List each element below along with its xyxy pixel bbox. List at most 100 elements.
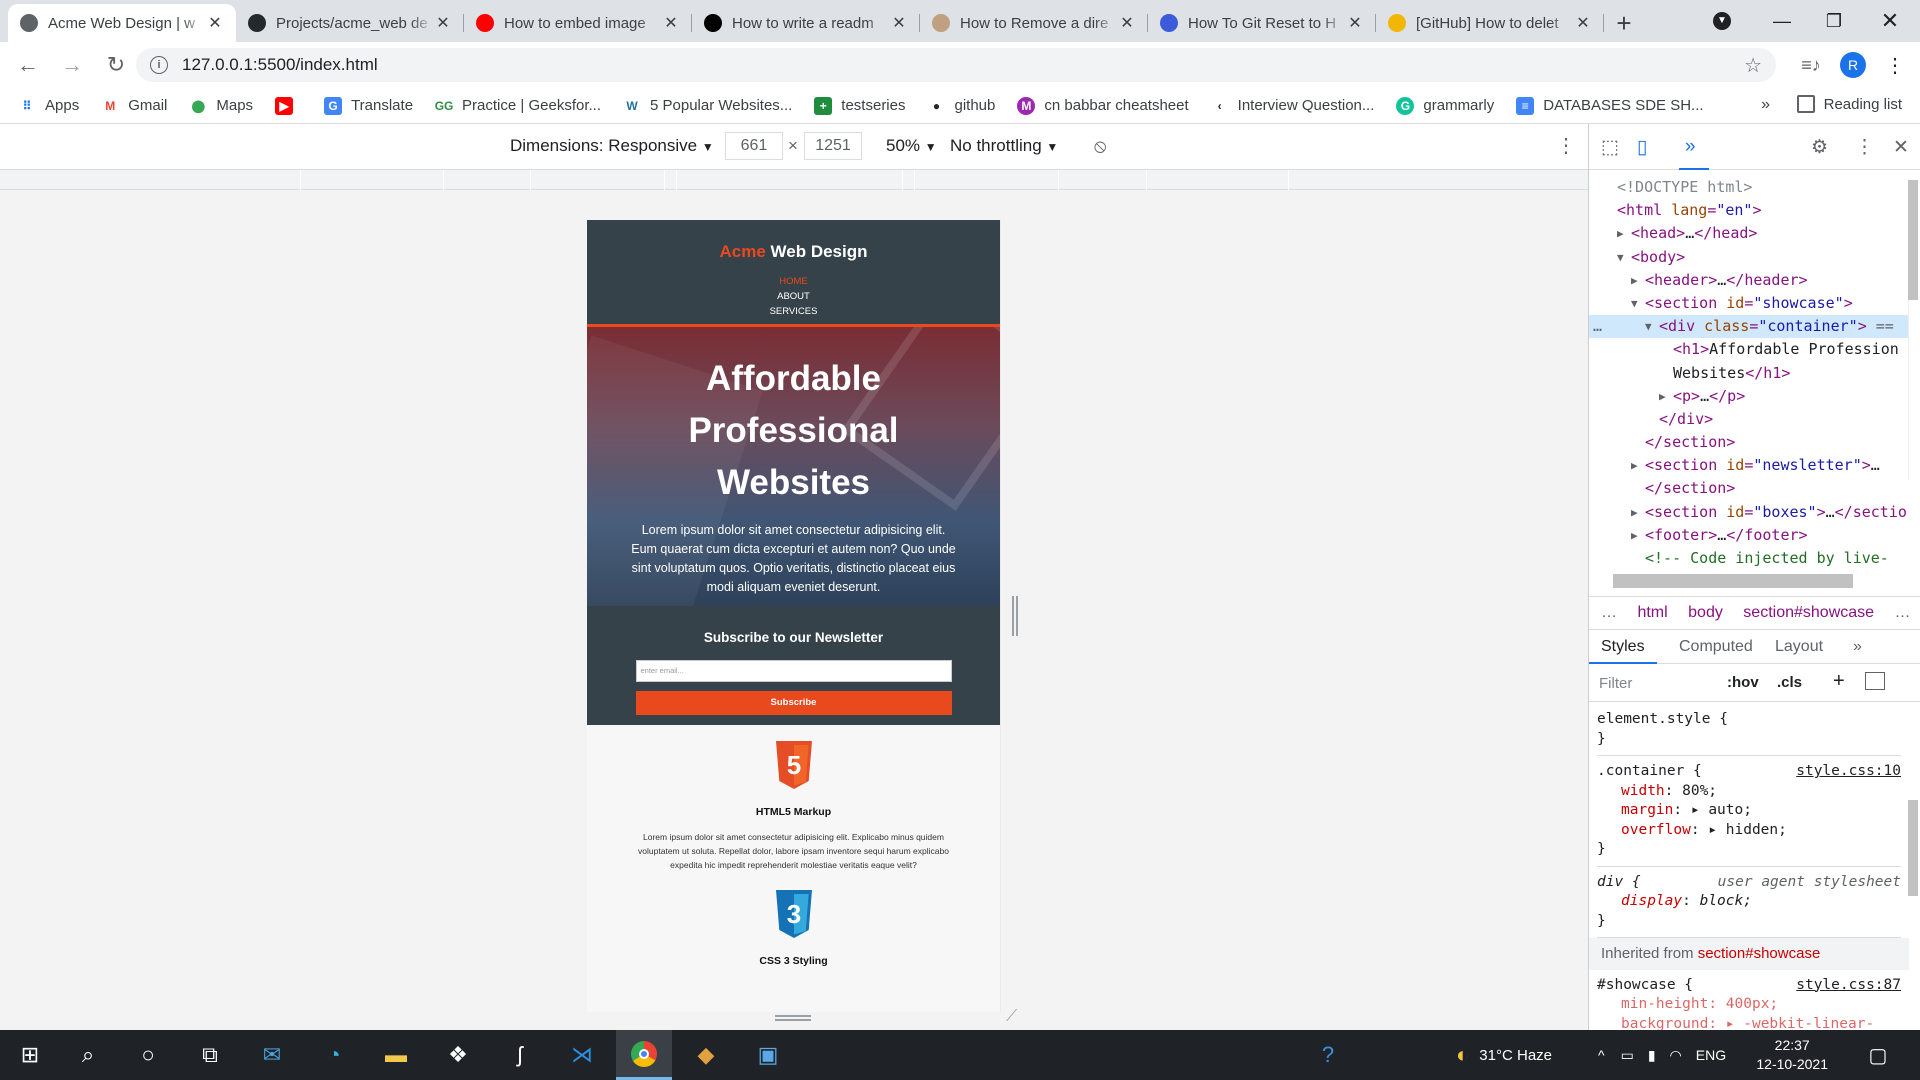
clock[interactable]: 22:37 12-10-2021 bbox=[1756, 1036, 1828, 1074]
dom-node[interactable]: ▶ <p>…</p> bbox=[1589, 385, 1909, 408]
help-icon[interactable]: ? bbox=[1300, 1030, 1356, 1080]
file-explorer-icon[interactable]: ▬ bbox=[368, 1030, 424, 1080]
sublime-icon[interactable]: ʃ bbox=[492, 1030, 548, 1080]
notifications-icon[interactable]: ▢ bbox=[1850, 1030, 1906, 1080]
bookmark-item[interactable]: Ggrammarly bbox=[1396, 96, 1494, 115]
back-button[interactable]: ← bbox=[10, 47, 46, 83]
dom-node[interactable]: ▶ <section id="newsletter">… bbox=[1589, 454, 1909, 477]
breadcrumb-ellipsis[interactable]: … bbox=[1601, 604, 1617, 621]
chrome-icon[interactable] bbox=[616, 1030, 672, 1080]
bookmark-item[interactable]: G Translate bbox=[324, 96, 413, 115]
language-indicator[interactable]: ENG bbox=[1696, 1047, 1726, 1063]
site-info-icon[interactable]: i bbox=[150, 56, 168, 74]
battery-icon[interactable]: ▮ bbox=[1648, 1047, 1656, 1064]
new-tab-button[interactable]: + bbox=[1604, 4, 1644, 42]
forward-button[interactable]: → bbox=[54, 47, 90, 83]
hov-toggle[interactable]: :hov bbox=[1727, 674, 1759, 691]
css-declaration[interactable]: margin: ▸ auto; bbox=[1597, 801, 1901, 821]
bookmark-item[interactable]: W 5 Popular Websites... bbox=[623, 97, 792, 115]
vscode-icon[interactable]: ⋊ bbox=[554, 1030, 610, 1080]
dom-node[interactable]: </section> bbox=[1589, 477, 1909, 500]
dom-node[interactable]: </div> bbox=[1589, 408, 1909, 431]
close-tab-icon[interactable]: ✕ bbox=[890, 13, 908, 33]
dom-node[interactable]: ▼ <section id="showcase"> bbox=[1589, 292, 1909, 315]
address-bar[interactable]: i 127.0.0.1:5500/index.html ☆ bbox=[136, 48, 1776, 82]
windows-start-icon[interactable]: ⊞ bbox=[2, 1030, 58, 1080]
dropbox-icon[interactable]: ❖ bbox=[430, 1030, 486, 1080]
dom-node[interactable]: Websites</h1> bbox=[1589, 362, 1909, 385]
css-declaration[interactable]: overflow: ▸ hidden; bbox=[1597, 821, 1901, 841]
nav-link-home[interactable]: HOME bbox=[587, 274, 1000, 289]
breadcrumb-more[interactable]: … bbox=[1895, 604, 1911, 621]
dom-scrollbar-thumb[interactable] bbox=[1908, 180, 1918, 300]
collapsed-triangle-icon[interactable]: ▶ bbox=[1659, 385, 1666, 408]
dom-horizontal-scrollbar[interactable] bbox=[1613, 574, 1853, 588]
dom-node[interactable]: <h1>Affordable Profession bbox=[1589, 338, 1909, 361]
close-tab-icon[interactable]: ✕ bbox=[1346, 13, 1364, 33]
dom-node[interactable]: ▼ <body> bbox=[1589, 246, 1909, 269]
bookmark-item[interactable]: ▶ bbox=[275, 96, 302, 115]
dom-node-selected[interactable]: … ▼ <div class="container"> == bbox=[1589, 315, 1909, 339]
css-declaration[interactable]: min-height: 400px; bbox=[1597, 995, 1901, 1015]
browser-tab[interactable]: How to embed image ✕ bbox=[464, 4, 692, 42]
collapsed-triangle-icon[interactable]: ▶ bbox=[1631, 524, 1638, 547]
close-tab-icon[interactable]: ✕ bbox=[1118, 13, 1136, 33]
collapsed-triangle-icon[interactable]: ▶ bbox=[1631, 501, 1638, 524]
browser-tab[interactable]: Acme Web Design | w ✕ bbox=[8, 4, 236, 42]
browser-tab[interactable]: How to write a readm ✕ bbox=[692, 4, 920, 42]
cortana-icon[interactable]: ○ bbox=[120, 1030, 176, 1080]
edge-icon[interactable]: ◔ bbox=[306, 1030, 362, 1080]
device-icon[interactable]: ▭ bbox=[1621, 1047, 1634, 1064]
collapsed-triangle-icon[interactable]: ▶ bbox=[1631, 269, 1638, 292]
weather-widget[interactable]: ◐ 31°C Haze bbox=[1456, 1030, 1552, 1080]
more-panels-icon[interactable]: » bbox=[1685, 136, 1696, 158]
viewport-height-resize-handle[interactable] bbox=[775, 1015, 811, 1021]
browser-tab[interactable]: Projects/acme_web de ✕ bbox=[236, 4, 464, 42]
tab-computed[interactable]: Computed bbox=[1679, 638, 1753, 656]
device-width-input[interactable]: 661 bbox=[725, 132, 783, 160]
dom-node[interactable]: <!-- Code injected by live- bbox=[1589, 547, 1909, 570]
browser-tab[interactable]: How To Git Reset to H ✕ bbox=[1148, 4, 1376, 42]
styles-filter-input[interactable]: Filter bbox=[1599, 675, 1632, 692]
devtools-menu-icon[interactable]: ⋮ bbox=[1855, 136, 1874, 159]
dom-node[interactable]: <!DOCTYPE html> bbox=[1589, 176, 1909, 199]
close-tab-icon[interactable]: ✕ bbox=[206, 13, 224, 33]
chevron-up-icon[interactable]: ^ bbox=[1598, 1047, 1605, 1063]
bookmark-item[interactable]: M Gmail bbox=[101, 97, 167, 115]
styles-scrollbar-thumb[interactable] bbox=[1908, 800, 1918, 896]
close-tab-icon[interactable]: ✕ bbox=[434, 13, 452, 33]
dom-node[interactable]: </section> bbox=[1589, 431, 1909, 454]
inherited-from-link[interactable]: section#showcase bbox=[1698, 945, 1821, 962]
breadcrumb-item[interactable]: section#showcase bbox=[1743, 604, 1874, 621]
breadcrumb-item[interactable]: body bbox=[1688, 604, 1723, 621]
nav-link-about[interactable]: ABOUT bbox=[587, 289, 1000, 304]
dimensions-dropdown[interactable]: Dimensions: Responsive ▼ bbox=[510, 136, 714, 156]
browser-tab[interactable]: [GitHub] How to delet ✕ bbox=[1376, 4, 1604, 42]
nav-link-services[interactable]: SERVICES bbox=[587, 304, 1000, 319]
bookmark-item[interactable]: Mcn babbar cheatsheet bbox=[1017, 96, 1189, 115]
reload-button[interactable]: ↻ bbox=[98, 47, 134, 83]
css-selector[interactable]: element.style { bbox=[1597, 710, 1901, 730]
subscribe-button[interactable]: Subscribe bbox=[635, 691, 952, 715]
bookmark-item[interactable]: ⠿ Apps bbox=[18, 97, 80, 115]
browser-tab[interactable]: How to Remove a dire ✕ bbox=[920, 4, 1148, 42]
newsletter-email-input[interactable]: enter email... bbox=[635, 660, 952, 682]
expanded-triangle-icon[interactable]: ▼ bbox=[1631, 292, 1638, 315]
close-tab-icon[interactable]: ✕ bbox=[1574, 13, 1592, 33]
zoom-dropdown[interactable]: 50% ▼ bbox=[886, 136, 937, 156]
device-toolbar-menu-icon[interactable]: ⋮ bbox=[1556, 133, 1576, 158]
site-brand[interactable]: Acme Web Design bbox=[587, 242, 1000, 262]
viewport-width-resize-handle[interactable] bbox=[1012, 596, 1018, 636]
restore-button[interactable]: ❐ bbox=[1804, 0, 1864, 42]
expanded-triangle-icon[interactable]: ▼ bbox=[1645, 315, 1652, 338]
expanded-triangle-icon[interactable]: ▼ bbox=[1617, 246, 1624, 269]
task-view-icon[interactable]: ⧉ bbox=[182, 1030, 238, 1080]
collapsed-triangle-icon[interactable]: ▶ bbox=[1617, 222, 1624, 245]
tab-layout[interactable]: Layout bbox=[1775, 638, 1823, 656]
bookmark-star-icon[interactable]: ☆ bbox=[1744, 53, 1762, 78]
close-tab-icon[interactable]: ✕ bbox=[662, 13, 680, 33]
dom-node[interactable]: ▶ <head>…</head> bbox=[1589, 222, 1909, 245]
css-declaration[interactable]: width: 80%; bbox=[1597, 782, 1901, 802]
tab-styles[interactable]: Styles bbox=[1601, 638, 1645, 656]
dom-node[interactable]: ▶ <header>…</header> bbox=[1589, 269, 1909, 292]
